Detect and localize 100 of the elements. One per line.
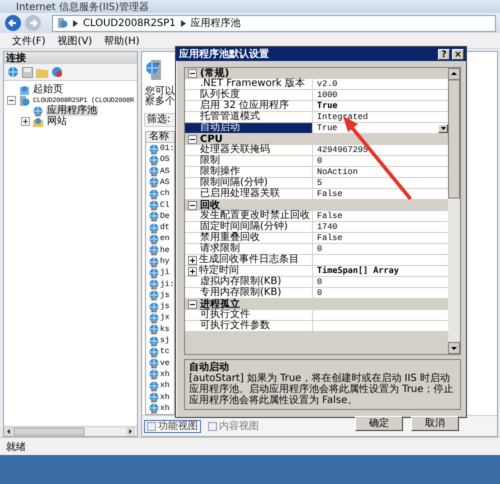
property-value[interactable]: False [313,211,448,221]
disconnect-icon[interactable] [51,66,63,78]
app-pool-name[interactable]: hy [160,256,170,266]
app-pool-name[interactable]: sj [160,336,170,346]
property-name[interactable]: 限制操作 [185,167,313,177]
dialog-button[interactable]: 确定 [355,416,403,431]
scrollbar[interactable] [4,427,135,436]
property-name[interactable]: 发生配置更改时禁止回收 [185,211,313,221]
save-icon[interactable] [22,66,33,78]
property-name[interactable]: 固定时间间隔(分钟) [185,222,313,232]
property-name[interactable]: 可执行文件参数 [185,321,313,331]
property-name[interactable]: 禁用重叠回收 [185,233,313,243]
property-value[interactable]: TimeSpan[] Array [313,266,448,276]
collapse-icon[interactable] [188,69,197,78]
view-tab[interactable]: 功能视图 [144,420,201,432]
help-button[interactable]: ? [438,48,450,60]
app-pool-name[interactable]: jx [160,313,170,322]
property-name[interactable]: 启用 32 位应用程序 [185,101,313,111]
tree-node-icon [32,116,44,128]
app-pool-name[interactable]: ks [160,324,170,334]
app-pool-name[interactable]: ve [160,358,170,368]
collapse-icon[interactable] [188,201,197,210]
dropdown-button[interactable] [438,124,448,132]
menu-item[interactable]: 帮助(H) [104,34,140,48]
collapse-icon[interactable] [188,135,197,144]
app-pool-name[interactable]: js [160,302,170,312]
app-pool-icon [148,266,159,279]
app-pool-icon [148,278,159,290]
app-pool-name[interactable]: en [160,234,170,244]
app-pool-name[interactable]: xh [160,370,170,379]
property-value[interactable]: Integrated [313,112,448,122]
property-name[interactable]: 自动启动 [185,123,313,133]
property-value[interactable]: 0 [313,277,448,287]
app-pool-name[interactable]: ji: [160,280,174,289]
property-name[interactable]: 托管管道模式 [185,112,313,122]
address-bar[interactable]: CLOUD2008R2SP1 应用程序池 [52,14,496,32]
window-title: Internet 信息服务(IIS)管理器 [16,0,149,14]
dialog-button[interactable]: 取消 [411,416,459,431]
tree-item[interactable]: 网站 [46,116,68,127]
property-name[interactable]: 已启用处理器关联 [185,189,313,199]
menu-item[interactable]: 视图(V) [58,34,92,48]
column-header[interactable]: 名称 [146,132,174,143]
property-value[interactable]: NoAction [313,167,448,177]
app-pool-icon [148,402,159,414]
app-pool-name[interactable]: xh [160,392,170,402]
menu-item[interactable]: 文件(F) [12,34,46,48]
property-name[interactable]: 限制 [185,156,313,166]
property-value[interactable]: 4294967295 [313,145,448,155]
app-pool-name[interactable]: xh [160,381,170,390]
address-segment[interactable]: 应用程序池 [190,16,241,30]
app-pool-name[interactable]: ch [160,189,170,198]
expand-icon[interactable] [188,266,197,276]
property-name[interactable]: 虚拟内存限制(KB) [185,277,313,287]
property-value[interactable]: 5 [313,178,448,188]
property-value[interactable]: 1740 [313,222,448,232]
property-value[interactable]: True [313,123,448,133]
close-button[interactable]: × [452,48,464,60]
app-pool-name[interactable]: AS [160,166,170,176]
globe-icon[interactable] [7,66,19,78]
property-name[interactable]: .NET Framework 版本 [185,79,313,89]
property-value[interactable]: False [313,233,448,243]
app-pool-name[interactable]: tc [160,347,170,356]
app-pool-name[interactable]: ji [160,268,170,278]
app-pool-name[interactable]: De [160,212,170,221]
property-name[interactable]: 专用内存限制(KB) [185,288,313,298]
app-pool-name[interactable]: js [160,290,170,300]
tree-item[interactable]: 起始页 [32,85,64,96]
app-pool-name[interactable]: 01: [160,144,174,154]
view-tab[interactable]: 内容视图 [205,420,262,432]
property-value[interactable]: v2.0 [313,79,448,89]
property-value[interactable]: 0 [313,244,448,254]
address-segment[interactable]: CLOUD2008R2SP1 [83,18,176,28]
app-pool-name[interactable]: Cl [160,200,170,210]
app-pool-name[interactable]: AS [160,178,170,187]
app-pool-name[interactable]: dt [160,223,170,232]
property-name[interactable]: 生成回收事件日志条目 [185,255,313,265]
app-pool-icon [148,380,159,392]
property-name[interactable]: 队列长度 [185,90,313,100]
app-pool-name[interactable]: xh [160,404,170,413]
app-pool-name[interactable]: he [160,246,170,255]
tree-item[interactable]: 应用程序池 [46,106,98,116]
property-value[interactable]: False [313,189,448,199]
scrollbar[interactable] [448,68,460,354]
property-name[interactable]: 特定时间 [185,266,313,276]
collapse-icon[interactable] [188,300,197,309]
expand-icon[interactable] [21,117,30,126]
property-value[interactable]: 1000 [313,90,448,100]
property-name[interactable]: 限制间隔(分钟) [185,178,313,188]
expand-icon[interactable] [188,256,197,264]
property-name[interactable]: 请求限制 [185,244,313,254]
collapse-icon[interactable] [7,96,16,106]
property-value[interactable]: 0 [313,156,448,166]
app-pool-icon [148,391,159,404]
property-name[interactable]: 处理器关联掩码 [185,145,313,155]
back-icon[interactable] [4,14,22,32]
property-value[interactable]: True [313,101,448,111]
app-pool-name[interactable]: OS [160,155,170,164]
app-pool-icon [148,312,159,324]
property-name[interactable]: 可执行文件 [185,310,313,320]
property-value[interactable]: 0 [313,288,448,298]
